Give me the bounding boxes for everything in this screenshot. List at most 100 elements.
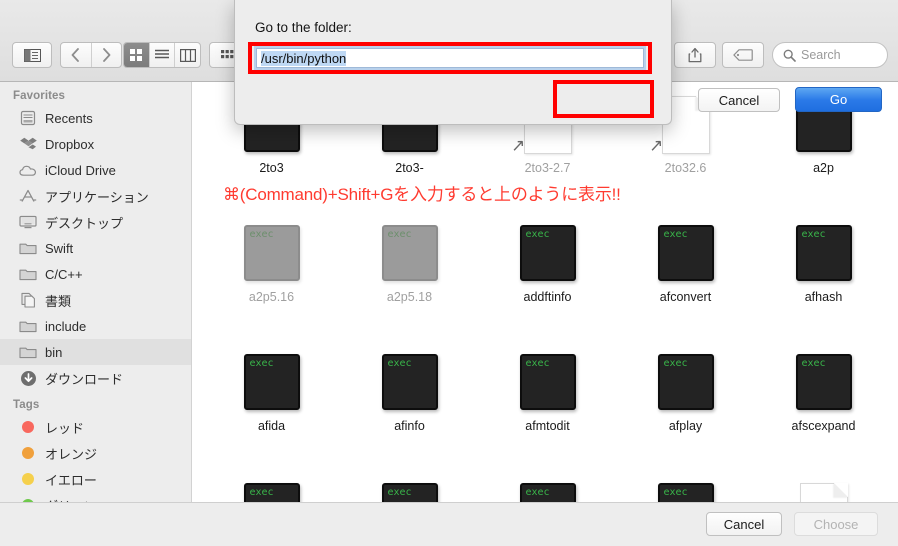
- sidebar-item-[interactable]: 書類: [0, 287, 191, 313]
- file-item-label: 2to3-2.7: [524, 161, 571, 175]
- sidebar-item-icloud-drive[interactable]: iCloud Drive: [0, 157, 191, 183]
- sidebar-item-swift[interactable]: Swift: [0, 235, 191, 261]
- view-as-columns-button[interactable]: [174, 43, 200, 67]
- sidebar-item-label: Swift: [45, 240, 74, 256]
- file-item-label: a2p5.18: [386, 290, 433, 304]
- share-icon: [688, 47, 702, 63]
- file-item-label: 2to3: [259, 161, 284, 175]
- dialog-go-button[interactable]: Go: [795, 87, 882, 112]
- sidebar-section-header: Tags: [13, 399, 40, 411]
- back-button[interactable]: [61, 43, 91, 67]
- sidebar-item-label: C/C++: [45, 266, 83, 282]
- folder-path-value: /usr/bin/python: [261, 50, 347, 66]
- file-item[interactable]: exec afmtodit: [479, 340, 616, 469]
- file-item-label: afconvert: [659, 290, 712, 304]
- sidebar-item-dropbox[interactable]: Dropbox: [0, 131, 191, 157]
- sidebar-item-label: レッド: [45, 420, 85, 436]
- file-item-label: afplay: [668, 419, 703, 433]
- dialog-title: Go to the folder:: [255, 20, 352, 35]
- file-item[interactable]: exec addftinfo: [479, 211, 616, 340]
- chevron-left-icon: [71, 48, 80, 62]
- applications-icon: [18, 187, 38, 205]
- file-item[interactable]: exec a2p5.16: [203, 211, 340, 340]
- sidebar-item-label: デスクトップ: [45, 215, 124, 231]
- view-as-icons-button[interactable]: [124, 43, 149, 67]
- chevron-right-icon: [102, 48, 111, 62]
- tag-dot-icon: [18, 444, 38, 462]
- file-item-label: afmtodit: [525, 419, 570, 433]
- icloud-icon: [18, 161, 38, 179]
- view-as-list-button[interactable]: [148, 43, 175, 67]
- executable-file-icon: exec: [381, 354, 438, 410]
- finder-open-panel: Search Favorites Recents Dropbox iCloud Dri…: [0, 0, 898, 546]
- file-grid-row: exec a2p5.16 exec a2p5.18 exec addftinfo exec a…: [193, 211, 898, 340]
- highlight-box-go-button: [553, 80, 654, 118]
- share-button[interactable]: [674, 42, 716, 68]
- folder-icon: [18, 239, 38, 257]
- grid-view-icon: [130, 49, 143, 61]
- sidebar-item-[interactable]: アプリケーション: [0, 183, 191, 209]
- navigation-button-group: [60, 42, 122, 68]
- file-grid: exec2to3exec2to3-↗2to3-2.7↗2to32.6execa2…: [193, 82, 898, 546]
- documents-icon: [18, 291, 38, 309]
- sidebar: Favorites Recents Dropbox iCloud Drive アプリケー…: [0, 82, 192, 546]
- sidebar-item-bin[interactable]: bin: [0, 339, 191, 365]
- dialog-cancel-button[interactable]: Cancel: [698, 88, 780, 112]
- file-item[interactable]: exec afplay: [617, 340, 754, 469]
- list-view-icon: [155, 49, 169, 59]
- file-item-label: a2p5.16: [248, 290, 295, 304]
- sidebar-item-recents[interactable]: Recents: [0, 105, 191, 131]
- sidebar-toggle-button[interactable]: [12, 42, 52, 68]
- file-item[interactable]: exec afinfo: [341, 340, 478, 469]
- file-item[interactable]: exec a2p5.18: [341, 211, 478, 340]
- sidebar-item-include[interactable]: include: [0, 313, 191, 339]
- file-item-label: 2to32.6: [664, 161, 707, 175]
- search-icon: [783, 49, 796, 62]
- executable-file-icon: exec: [381, 225, 438, 281]
- folder-icon: [18, 343, 38, 361]
- column-view-icon: [179, 48, 196, 62]
- executable-file-icon: exec: [657, 354, 714, 410]
- executable-file-icon: exec: [519, 225, 576, 281]
- sidebar-section-header: Favorites: [13, 90, 66, 102]
- sidebar-item-[interactable]: レッド: [0, 414, 191, 440]
- file-item-label: afhash: [804, 290, 843, 304]
- file-grid-row: exec afida exec afinfo exec afmtodit exec afpla…: [193, 340, 898, 469]
- sidebar-item-label: include: [45, 318, 87, 334]
- sidebar-toggle-icon: [23, 48, 41, 62]
- cancel-button[interactable]: Cancel: [706, 512, 782, 536]
- file-item-label: afida: [257, 419, 286, 433]
- file-grid-area[interactable]: exec2to3exec2to3-↗2to3-2.7↗2to32.6execa2…: [193, 82, 898, 546]
- executable-file-icon: exec: [795, 225, 852, 281]
- file-item-label: 2to3-: [395, 161, 424, 175]
- forward-button[interactable]: [90, 43, 122, 67]
- sidebar-item-[interactable]: イエロー: [0, 466, 191, 492]
- file-item[interactable]: exec afhash: [755, 211, 892, 340]
- folder-path-input[interactable]: /usr/bin/python: [256, 48, 644, 68]
- sidebar-item-[interactable]: ダウンロード: [0, 365, 191, 391]
- search-field[interactable]: Search: [772, 42, 888, 68]
- file-item[interactable]: exec afscexpand: [755, 340, 892, 469]
- sidebar-item-c-c[interactable]: C/C++: [0, 261, 191, 287]
- file-item-label: addftinfo: [523, 290, 572, 304]
- folder-icon: [18, 317, 38, 335]
- bottom-bar: Cancel Choose: [0, 502, 898, 546]
- tag-dot-icon: [18, 418, 38, 436]
- desktop-icon: [18, 213, 38, 231]
- alias-arrow-icon: ↗: [510, 135, 526, 156]
- file-item[interactable]: exec afconvert: [617, 211, 754, 340]
- sidebar-item-[interactable]: デスクトップ: [0, 209, 191, 235]
- sidebar-item-label: Recents: [45, 110, 93, 126]
- tag-dot-icon: [18, 470, 38, 488]
- sidebar-item-[interactable]: オレンジ: [0, 440, 191, 466]
- tag-button[interactable]: [722, 42, 764, 68]
- folder-icon: [18, 265, 38, 283]
- downloads-icon: [18, 369, 38, 387]
- dropbox-icon: [18, 135, 38, 153]
- sidebar-item-label: ダウンロード: [45, 371, 124, 387]
- file-item[interactable]: exec afida: [203, 340, 340, 469]
- tag-icon: [733, 49, 753, 61]
- executable-file-icon: exec: [795, 354, 852, 410]
- file-item-label: afscexpand: [791, 419, 856, 433]
- sidebar-item-label: アプリケーション: [45, 189, 149, 205]
